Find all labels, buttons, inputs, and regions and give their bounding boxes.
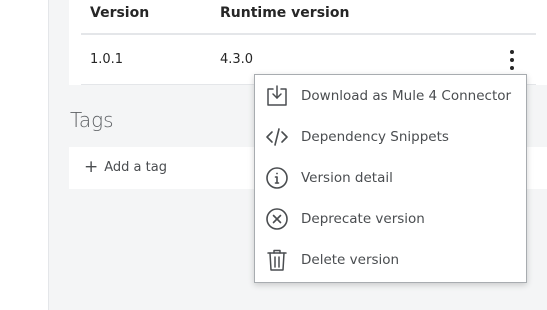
tags-heading: Tags (70, 108, 114, 132)
menu-item-label: Deprecate version (301, 211, 425, 227)
left-rail (0, 0, 49, 310)
menu-item-delete-version[interactable]: Delete version (255, 241, 526, 279)
runtime-version-cell: 4.3.0 (220, 52, 254, 67)
menu-item-deprecate-version[interactable]: Deprecate version (255, 200, 526, 238)
version-actions-menu: Download as Mule 4 Connector Dependency … (254, 74, 527, 283)
version-cell: 1.0.1 (90, 52, 124, 67)
download-icon (265, 84, 289, 108)
menu-item-label: Dependency Snippets (301, 129, 449, 145)
code-icon (265, 125, 289, 149)
row-actions-kebab-icon[interactable] (502, 46, 522, 74)
column-header-version[interactable]: Version (90, 5, 149, 21)
column-header-runtime-version[interactable]: Runtime version (220, 5, 349, 21)
table-header-divider (81, 33, 536, 35)
plus-icon: + (84, 157, 99, 177)
menu-item-label: Download as Mule 4 Connector (301, 88, 512, 104)
menu-item-label: Version detail (301, 170, 393, 186)
add-tag-label: Add a tag (104, 159, 167, 175)
menu-item-dependency-snippets[interactable]: Dependency Snippets (255, 118, 526, 156)
add-tag-button[interactable]: + Add a tag (84, 157, 167, 177)
menu-item-version-detail[interactable]: Version detail (255, 159, 526, 197)
trash-icon (265, 248, 289, 272)
info-icon (265, 166, 289, 190)
x-circle-icon (265, 207, 289, 231)
menu-item-label: Delete version (301, 252, 400, 268)
menu-item-download-connector[interactable]: Download as Mule 4 Connector (255, 77, 526, 115)
